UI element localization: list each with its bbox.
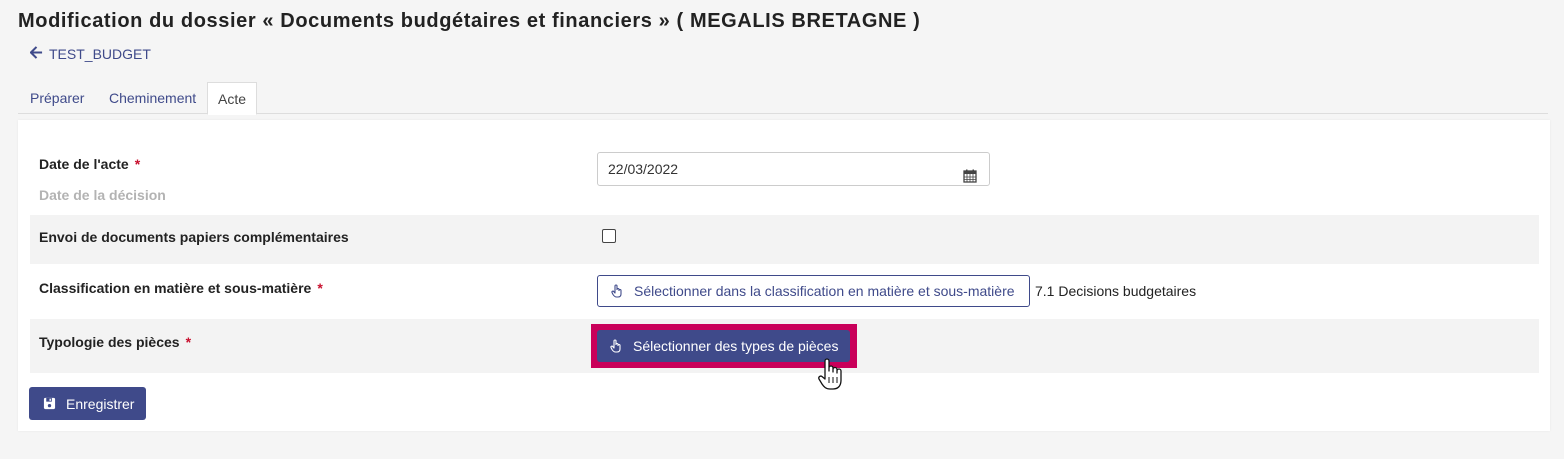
required-marker: *: [185, 334, 192, 350]
required-marker: *: [134, 156, 141, 172]
hand-pointer-icon: [610, 284, 624, 298]
form-row-typologie: Typologie des pièces * Sélectionner des t…: [30, 319, 1539, 373]
back-link-label: TEST_BUDGET: [49, 46, 151, 62]
save-button[interactable]: Enregistrer: [29, 387, 146, 420]
page-title: Modification du dossier « Documents budg…: [18, 10, 921, 32]
date-acte-hint: Date de la décision: [39, 187, 166, 203]
tab-acte[interactable]: Acte: [207, 82, 258, 115]
select-types-pieces-label: Sélectionner des types de pièces: [633, 338, 839, 354]
classification-label-group: Classification en matière et sous-matièr…: [39, 280, 323, 296]
form-row-date-acte: Date de l'acte * Date de la décision 22/0…: [30, 120, 1539, 215]
form-row-classification: Classification en matière et sous-matièr…: [30, 264, 1539, 319]
floppy-disk-icon: [43, 397, 56, 410]
envoi-papiers-label: Envoi de documents papiers complémentair…: [39, 229, 349, 245]
hand-cursor-icon: [816, 357, 846, 391]
typologie-label: Typologie des pièces: [39, 334, 180, 350]
classification-value: 7.1 Decisions budgetaires: [1035, 283, 1197, 299]
required-marker: *: [317, 280, 323, 296]
save-button-label: Enregistrer: [66, 395, 135, 412]
tab-bar: Préparer Cheminement Acte: [18, 82, 1548, 115]
hand-pointer-icon: [609, 339, 623, 353]
date-acte-input[interactable]: 22/03/2022: [597, 152, 990, 186]
form-row-envoi-papiers: Envoi de documents papiers complémentair…: [30, 215, 1539, 264]
select-classification-button[interactable]: Sélectionner dans la classification en m…: [597, 275, 1030, 307]
calendar-icon[interactable]: [963, 162, 977, 183]
form-panel: Date de l'acte * Date de la décision 22/0…: [18, 120, 1550, 431]
typologie-label-group: Typologie des pièces *: [39, 334, 191, 350]
tab-cheminement[interactable]: Cheminement: [99, 82, 206, 114]
date-acte-label-group: Date de l'acte *: [39, 156, 140, 172]
tab-preparer[interactable]: Préparer: [20, 82, 94, 114]
date-acte-label: Date de l'acte: [39, 156, 129, 172]
envoi-papiers-checkbox[interactable]: [602, 229, 616, 243]
select-classification-label: Sélectionner dans la classification en m…: [634, 283, 1015, 299]
date-acte-value: 22/03/2022: [608, 161, 679, 177]
back-link[interactable]: TEST_BUDGET: [29, 46, 151, 62]
classification-label: Classification en matière et sous-matièr…: [39, 280, 312, 296]
select-types-pieces-button[interactable]: Sélectionner des types de pièces: [597, 330, 850, 362]
arrow-left-icon: [29, 46, 43, 62]
